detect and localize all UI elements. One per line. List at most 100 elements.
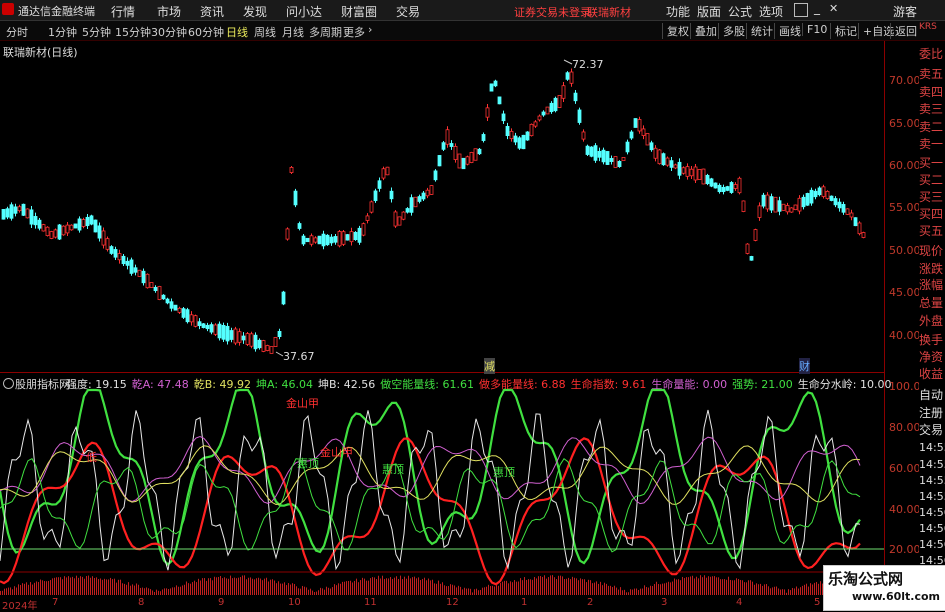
candle-body — [645, 133, 650, 146]
candle-body — [373, 190, 378, 202]
signal-label: 惠顶 — [297, 457, 319, 470]
signal-label: 低 — [86, 451, 97, 464]
volume-bar — [782, 589, 783, 595]
candle-body — [313, 237, 318, 243]
volume-bar — [472, 592, 473, 595]
sidebar-item[interactable]: 净资 — [919, 348, 945, 365]
candle-body — [429, 185, 434, 195]
sidebar-item[interactable]: 注册 — [919, 404, 945, 421]
volume-bar — [688, 577, 689, 595]
volume-bar — [542, 576, 543, 595]
volume-bar — [772, 587, 773, 595]
candle-body — [697, 169, 702, 180]
sidebar-item[interactable]: 涨幅 — [919, 276, 945, 293]
sidebar-item[interactable]: 卖二 — [919, 118, 945, 135]
volume-bar — [600, 581, 601, 595]
sidebar-item[interactable]: 卖三 — [919, 100, 945, 117]
volume-bar — [670, 582, 671, 595]
sidebar-item[interactable]: 卖一 — [919, 135, 945, 152]
volume-bar — [268, 581, 269, 595]
sidebar-item[interactable]: 委比 — [919, 45, 945, 62]
sidebar-item[interactable]: 买三 — [919, 188, 945, 205]
volume-bar — [616, 587, 617, 595]
volume-bar — [756, 583, 757, 595]
volume-bar — [216, 577, 217, 595]
candle-body — [381, 168, 386, 179]
sidebar-item[interactable]: 买四 — [919, 205, 945, 222]
sidebar-item[interactable]: 卖四 — [919, 83, 945, 100]
candle-body — [389, 190, 394, 200]
volume-bar — [144, 588, 145, 595]
volume-bar — [460, 586, 461, 595]
candle-body — [493, 80, 498, 87]
sidebar-item[interactable]: 现价 — [919, 242, 945, 259]
volume-bar — [142, 587, 143, 595]
sidebar-item[interactable]: 涨跌 — [919, 260, 945, 277]
volume-bar — [730, 579, 731, 595]
volume-bar — [760, 583, 761, 595]
signal-label: 惠顶 — [493, 466, 515, 479]
volume-bar — [416, 578, 417, 595]
volume-bar — [362, 577, 363, 595]
candle-body — [245, 333, 250, 345]
candle-body — [17, 206, 22, 212]
candle-body — [753, 229, 758, 241]
volume-bar — [762, 585, 763, 595]
volume-bar — [710, 576, 711, 595]
volume-bar — [564, 578, 565, 595]
candle-body — [489, 83, 494, 92]
candle-body — [445, 129, 450, 145]
volume-bar — [592, 583, 593, 595]
volume-bar — [38, 581, 39, 595]
candle-body — [5, 208, 10, 218]
volume-bar — [86, 576, 87, 595]
volume-bar — [468, 588, 469, 595]
volume-bar — [68, 576, 69, 595]
candle-body — [337, 231, 342, 247]
volume-bar — [166, 588, 167, 595]
volume-bar — [46, 581, 47, 595]
sidebar-item[interactable]: 买二 — [919, 171, 945, 188]
sidebar-item[interactable]: 买五 — [919, 222, 945, 239]
volume-bar — [48, 580, 49, 595]
candle-body — [21, 203, 26, 216]
sidebar-item[interactable]: 卖五 — [919, 65, 945, 82]
volume-bar — [794, 588, 795, 595]
volume-bar — [92, 576, 93, 595]
sidebar-item[interactable]: 外盘 — [919, 312, 945, 329]
volume-bar — [736, 578, 737, 595]
sidebar-item[interactable]: 自动 — [919, 386, 945, 403]
volume-bar — [428, 578, 429, 595]
watermark-title: 乐淘公式网 — [828, 570, 904, 588]
candle-body — [505, 126, 510, 136]
volume-bar — [634, 588, 635, 595]
sidebar-item[interactable]: 交易 — [919, 421, 945, 438]
candle-body — [297, 223, 302, 229]
volume-bar — [412, 577, 413, 595]
volume-bar — [522, 580, 523, 595]
volume-bar — [438, 580, 439, 595]
volume-bar — [478, 590, 479, 595]
candle-body — [721, 186, 726, 193]
volume-bar — [212, 580, 213, 595]
volume-bar — [204, 578, 205, 595]
event-marker[interactable]: 财 — [799, 358, 810, 374]
candle-body — [241, 335, 246, 341]
volume-bar — [530, 579, 531, 595]
volume-bar — [452, 584, 453, 595]
candle-body — [805, 193, 810, 206]
volume-bar — [304, 586, 305, 595]
volume-bar — [168, 589, 169, 595]
sidebar-item[interactable]: 总量 — [919, 294, 945, 311]
candle-body — [153, 286, 158, 292]
volume-bar — [42, 580, 43, 595]
candle-body — [197, 321, 202, 327]
candle-body — [181, 308, 186, 318]
sidebar-item[interactable]: 买一 — [919, 154, 945, 171]
sidebar-item[interactable]: 收益 — [919, 365, 945, 382]
volume-bar — [524, 577, 525, 595]
sidebar-item[interactable]: 换手 — [919, 331, 945, 348]
volume-bar — [152, 590, 153, 595]
volume-bar — [138, 584, 139, 595]
event-marker[interactable]: 减 — [484, 358, 495, 374]
